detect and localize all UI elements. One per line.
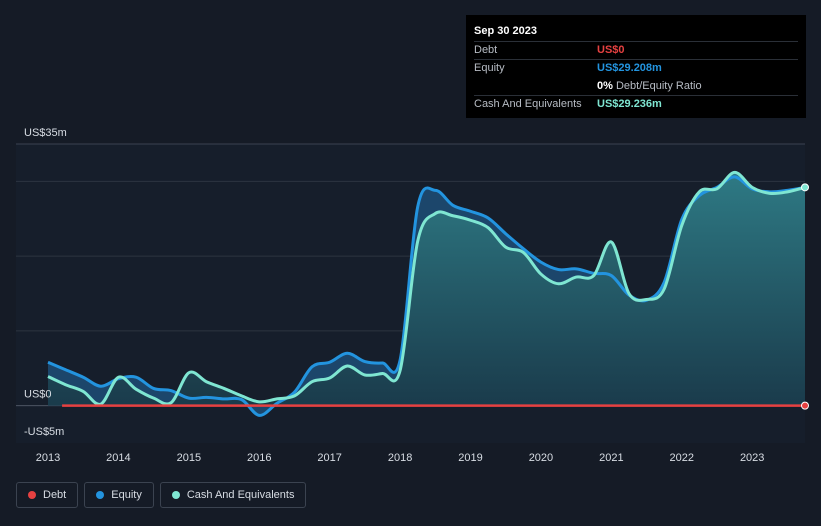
tooltip-label: Equity (474, 62, 505, 74)
legend-label: Cash And Equivalents (186, 489, 295, 501)
tooltip-label: Debt (474, 44, 498, 56)
chart-legend: Debt Equity Cash And Equivalents (16, 482, 307, 510)
x-tick-label: 2019 (458, 452, 482, 464)
tooltip-label (474, 78, 597, 95)
tooltip-value: US$29.236m (597, 98, 662, 110)
x-tick-label: 2018 (388, 452, 412, 464)
x-tick-label: 2023 (740, 452, 764, 464)
x-tick-label: 2021 (599, 452, 623, 464)
debt-end-marker (801, 401, 809, 410)
x-tick-label: 2016 (247, 452, 271, 464)
legend-label: Debt (43, 489, 67, 501)
tooltip-value: US$0 (597, 44, 625, 56)
x-tick-label: 2013 (36, 452, 60, 464)
equity-dot-icon (96, 491, 105, 499)
tooltip-row-equity: Equity US$29.208m (474, 59, 798, 77)
x-tick-label: 2022 (670, 452, 694, 464)
x-tick-label: 2020 (529, 452, 553, 464)
tooltip-value: US$29.208m (597, 62, 662, 74)
ratio-value: 0% (597, 80, 613, 92)
ratio-label: Debt/Equity Ratio (615, 80, 702, 92)
cash-end-marker (801, 183, 809, 192)
x-tick-label: 2014 (106, 452, 130, 464)
y-tick-label: US$35m (24, 127, 67, 139)
tooltip-value: 0% Debt/Equity Ratio (597, 78, 702, 95)
legend-item-equity[interactable]: Equity (84, 482, 154, 508)
tooltip-date: Sep 30 2023 (474, 25, 537, 37)
legend-label: Equity (111, 489, 142, 501)
tooltip-row-ratio: 0% Debt/Equity Ratio (474, 77, 798, 95)
y-tick-label: -US$5m (24, 426, 64, 438)
cash-dot-icon (171, 491, 180, 499)
y-tick-label: US$0 (24, 389, 52, 401)
tooltip-row-cash: Cash And Equivalents US$29.236m (474, 95, 798, 113)
tooltip-panel: Sep 30 2023 Debt US$0 Equity US$29.208m … (466, 15, 806, 118)
tooltip-row-debt: Debt US$0 (474, 41, 798, 59)
tooltip-label: Cash And Equivalents (474, 98, 582, 110)
x-tick-label: 2015 (177, 452, 201, 464)
legend-item-cash[interactable]: Cash And Equivalents (159, 482, 307, 508)
x-tick-label: 2017 (317, 452, 341, 464)
debt-dot-icon (28, 491, 36, 499)
legend-item-debt[interactable]: Debt (16, 482, 79, 508)
